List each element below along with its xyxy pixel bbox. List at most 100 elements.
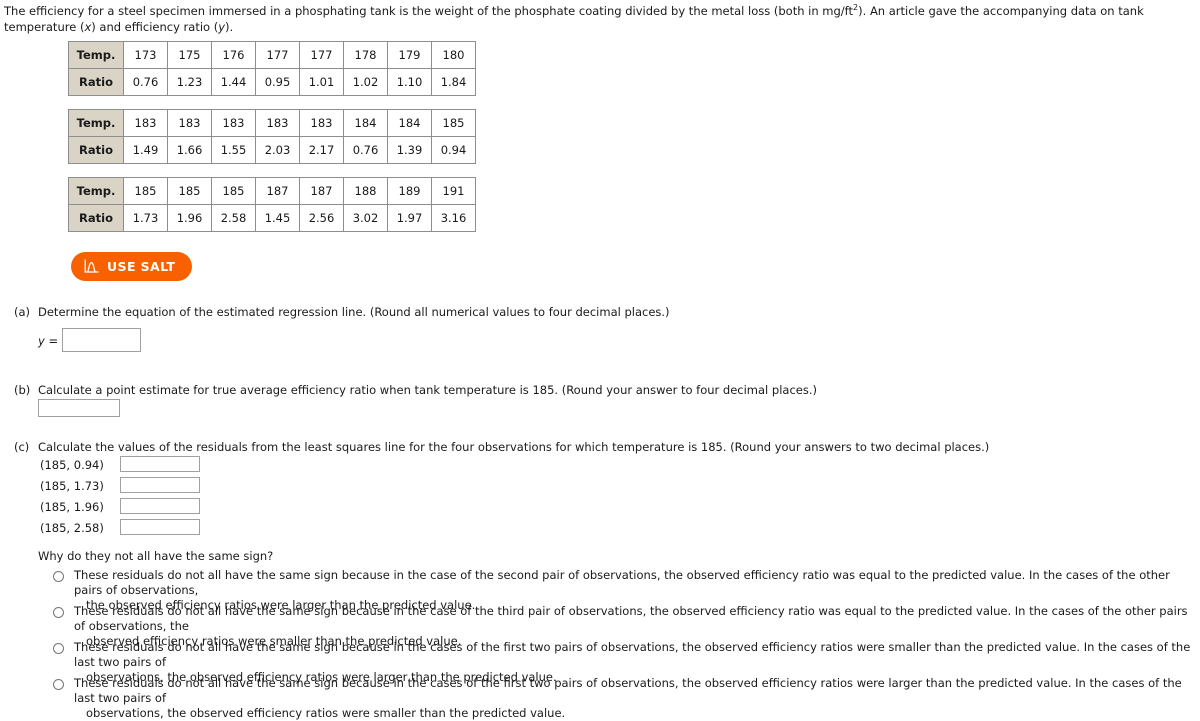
row-header-ratio: Ratio: [68, 68, 124, 96]
cell-temp: 185: [431, 109, 476, 137]
cell-ratio: 1.97: [387, 204, 432, 232]
cell-temp: 191: [431, 177, 476, 205]
cell-ratio: 0.95: [255, 68, 300, 96]
radio-option-2[interactable]: [53, 607, 64, 618]
answer-option-4-text: These residuals do not all have the same…: [74, 676, 1196, 721]
cell-temp: 183: [211, 109, 256, 137]
row-header-temp: Temp.: [68, 177, 124, 205]
cell-temp: 188: [343, 177, 388, 205]
cell-temp: 185: [123, 177, 168, 205]
cell-temp: 177: [299, 41, 344, 69]
cell-ratio: 1.01: [299, 68, 344, 96]
cell-ratio: 1.10: [387, 68, 432, 96]
residual-coord-2: (185, 1.73): [40, 479, 104, 493]
intro-text-part-1: The efficiency for a steel specimen imme…: [4, 4, 854, 18]
cell-temp: 183: [167, 109, 212, 137]
row-header-temp: Temp.: [68, 109, 124, 137]
option-3-line-1: These residuals do not all have the same…: [74, 640, 1191, 669]
cell-ratio: 1.49: [123, 136, 168, 164]
residual-input-4[interactable]: [120, 519, 200, 535]
part-b-marker: (b): [14, 383, 31, 397]
residual-coord-3: (185, 1.96): [40, 500, 104, 514]
row-header-ratio: Ratio: [68, 204, 124, 232]
part-a-y-label: y =: [38, 334, 59, 348]
cell-temp: 183: [123, 109, 168, 137]
cell-ratio: 2.58: [211, 204, 256, 232]
cell-ratio: 2.17: [299, 136, 344, 164]
problem-statement: The efficiency for a steel specimen imme…: [4, 3, 1196, 35]
cell-temp: 187: [255, 177, 300, 205]
cell-temp: 179: [387, 41, 432, 69]
intro-text-part-4: ).: [225, 20, 234, 34]
part-c-marker: (c): [14, 440, 30, 454]
use-salt-button[interactable]: USE SALT: [71, 252, 193, 281]
cell-ratio: 0.76: [123, 68, 168, 96]
cell-ratio: 1.39: [387, 136, 432, 164]
cell-ratio: 1.84: [431, 68, 476, 96]
cell-ratio: 1.66: [167, 136, 212, 164]
option-4-line-2: observations, the observed efficiency ra…: [86, 706, 566, 720]
cell-temp: 184: [387, 109, 432, 137]
table-row: Temp. 173 175 176 177 177 178 179 180: [68, 41, 476, 69]
cell-ratio: 1.96: [167, 204, 212, 232]
radio-option-3[interactable]: [53, 643, 64, 654]
cell-ratio: 1.45: [255, 204, 300, 232]
cell-ratio: 0.94: [431, 136, 476, 164]
variable-y: y: [218, 20, 226, 34]
part-a-marker: (a): [14, 305, 31, 319]
option-2-line-1: These residuals do not all have the same…: [74, 604, 1188, 633]
residual-input-1[interactable]: [120, 456, 200, 472]
part-a-prompt: Determine the equation of the estimated …: [38, 305, 670, 319]
table-row: Ratio 1.49 1.66 1.55 2.03 2.17 0.76 1.39…: [68, 136, 476, 164]
data-table-2: Temp. 183 183 183 183 183 184 184 185 Ra…: [68, 109, 476, 164]
cell-ratio: 3.16: [431, 204, 476, 232]
cell-temp: 183: [255, 109, 300, 137]
cell-temp: 177: [255, 41, 300, 69]
radio-option-4[interactable]: [53, 679, 64, 690]
cell-temp: 187: [299, 177, 344, 205]
cell-temp: 176: [211, 41, 256, 69]
cell-temp: 180: [431, 41, 476, 69]
cell-temp: 175: [167, 41, 212, 69]
data-table-2-wrapper: Temp. 183 183 183 183 183 184 184 185 Ra…: [68, 109, 476, 164]
cell-temp: 178: [343, 41, 388, 69]
table-row: Temp. 185 185 185 187 187 188 189 191: [68, 177, 476, 205]
row-header-temp: Temp.: [68, 41, 124, 69]
residual-coord-4: (185, 2.58): [40, 521, 104, 535]
part-b-prompt: Calculate a point estimate for true aver…: [38, 383, 817, 397]
distribution-curve-icon: [84, 259, 99, 274]
option-4-line-1: These residuals do not all have the same…: [74, 676, 1182, 705]
answer-option-4[interactable]: These residuals do not all have the same…: [48, 676, 1196, 721]
cell-temp: 173: [123, 41, 168, 69]
cell-ratio: 1.02: [343, 68, 388, 96]
use-salt-label: USE SALT: [107, 259, 176, 274]
cell-ratio: 2.03: [255, 136, 300, 164]
part-c-prompt: Calculate the values of the residuals fr…: [38, 440, 990, 454]
why-question-label: Why do they not all have the same sign?: [38, 549, 274, 563]
option-1-line-1: These residuals do not all have the same…: [74, 568, 1170, 597]
part-b-answer-input[interactable]: [38, 399, 120, 417]
data-table-1-wrapper: Temp. 173 175 176 177 177 178 179 180 Ra…: [68, 41, 476, 96]
cell-ratio: 3.02: [343, 204, 388, 232]
residual-input-2[interactable]: [120, 477, 200, 493]
cell-temp: 185: [211, 177, 256, 205]
residual-input-3[interactable]: [120, 498, 200, 514]
radio-option-1[interactable]: [53, 571, 64, 582]
cell-ratio: 1.55: [211, 136, 256, 164]
data-table-3-wrapper: Temp. 185 185 185 187 187 188 189 191 Ra…: [68, 177, 476, 232]
data-table-1: Temp. 173 175 176 177 177 178 179 180 Ra…: [68, 41, 476, 96]
row-header-ratio: Ratio: [68, 136, 124, 164]
residual-coord-1: (185, 0.94): [40, 458, 104, 472]
part-a-equation-input[interactable]: [62, 328, 141, 352]
cell-temp: 189: [387, 177, 432, 205]
cell-ratio: 1.44: [211, 68, 256, 96]
data-table-3: Temp. 185 185 185 187 187 188 189 191 Ra…: [68, 177, 476, 232]
table-row: Temp. 183 183 183 183 183 184 184 185: [68, 109, 476, 137]
cell-ratio: 2.56: [299, 204, 344, 232]
cell-ratio: 1.23: [167, 68, 212, 96]
cell-ratio: 0.76: [343, 136, 388, 164]
cell-temp: 183: [299, 109, 344, 137]
cell-temp: 184: [343, 109, 388, 137]
cell-temp: 185: [167, 177, 212, 205]
intro-text-part-3: ) and efficiency ratio (: [91, 20, 219, 34]
